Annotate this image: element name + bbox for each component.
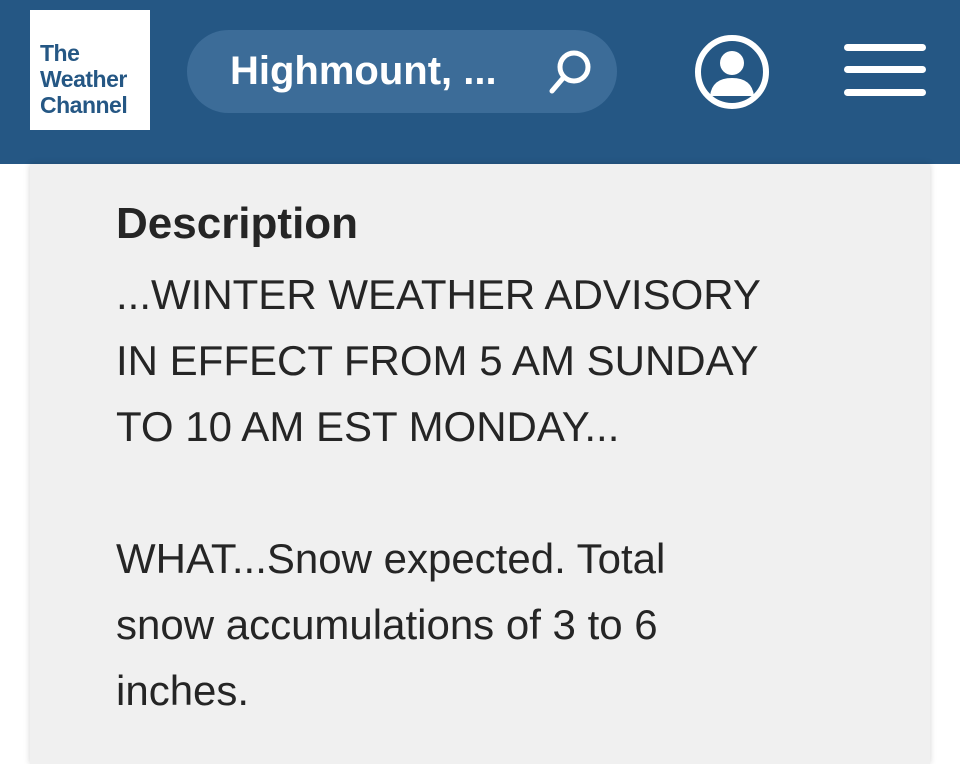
advisory-line: IN EFFECT FROM 5 AM SUNDAY bbox=[116, 337, 759, 384]
what-line: snow accumulations of 3 to 6 bbox=[116, 601, 658, 648]
app-header: The Weather Channel Highmount, ... bbox=[0, 0, 960, 164]
advisory-line: TO 10 AM EST MONDAY... bbox=[116, 403, 620, 450]
location-search-value[interactable]: Highmount, ... bbox=[230, 48, 530, 94]
what-line: inches. bbox=[116, 667, 250, 714]
description-heading: Description bbox=[116, 199, 359, 248]
advisory-line: ...WINTER WEATHER ADVISORY bbox=[116, 271, 761, 318]
logo-line-1: The bbox=[40, 40, 80, 66]
location-search-bar[interactable]: Highmount, ... bbox=[187, 30, 617, 113]
weather-channel-logo[interactable]: The Weather Channel bbox=[30, 10, 150, 130]
account-icon[interactable] bbox=[694, 34, 770, 110]
logo-line-3: Channel bbox=[40, 92, 128, 118]
what-line: WHAT...Snow expected. Total bbox=[116, 535, 666, 582]
hamburger-menu-icon[interactable] bbox=[844, 44, 926, 96]
search-icon[interactable] bbox=[545, 46, 597, 98]
alert-description-card: Description ...WINTER WEATHER ADVISORY I… bbox=[30, 164, 930, 764]
description-body: ...WINTER WEATHER ADVISORY IN EFFECT FRO… bbox=[116, 262, 886, 724]
logo-line-2: Weather bbox=[40, 66, 127, 92]
